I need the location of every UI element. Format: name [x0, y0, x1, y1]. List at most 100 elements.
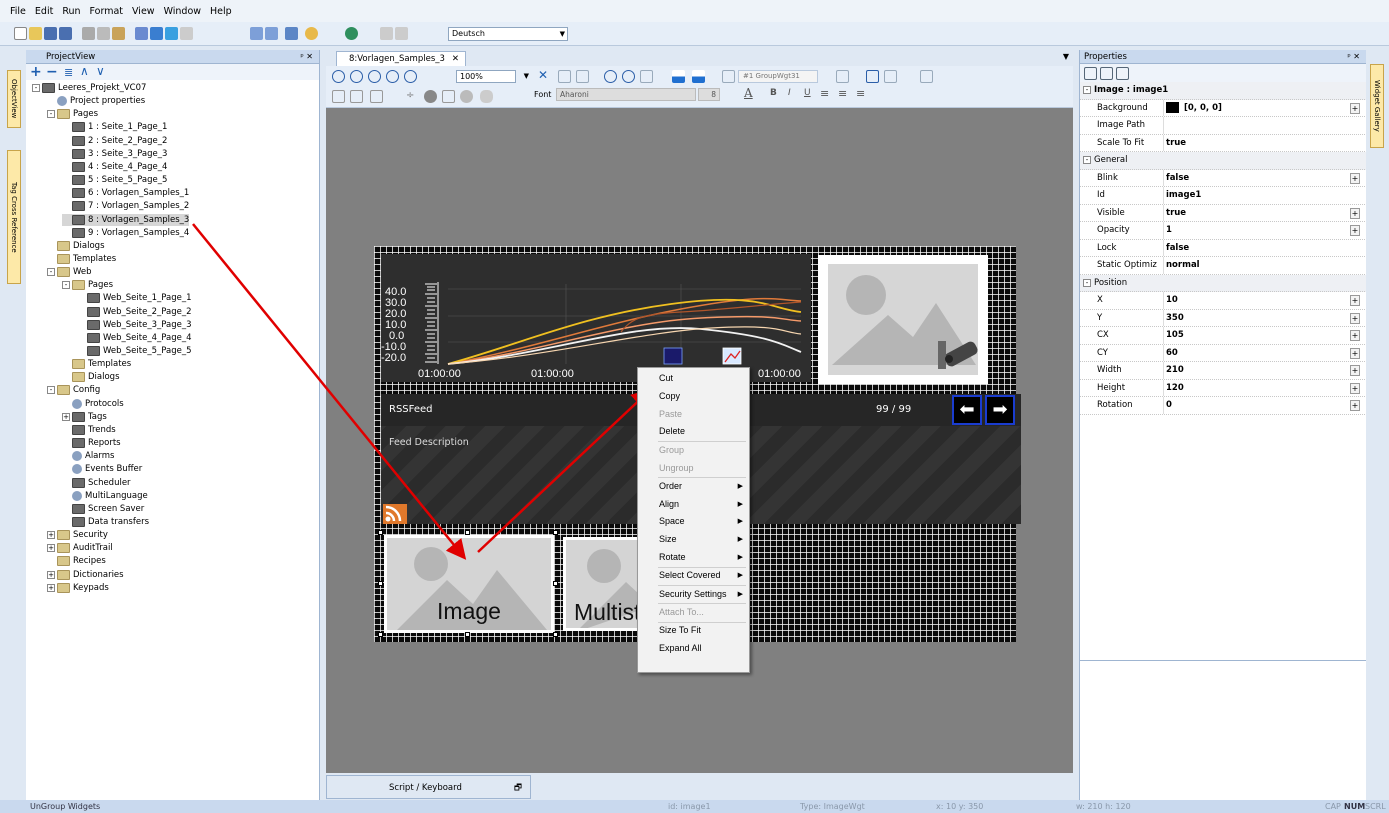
- property-row[interactable]: Background [0, 0, 0] +: [1080, 99, 1367, 117]
- property-category[interactable]: - General: [1080, 152, 1367, 170]
- property-value-text: 210: [1166, 365, 1184, 375]
- property-row[interactable]: CY 60 +: [1080, 344, 1367, 362]
- menu-item-security-settings[interactable]: Security Settings ▶: [638, 586, 749, 603]
- menu-item-copy[interactable]: Copy: [638, 388, 749, 405]
- menu-item-align[interactable]: Align ▶: [638, 496, 749, 513]
- menu-item-label: Order: [659, 480, 683, 491]
- property-row[interactable]: Id image1: [1080, 187, 1367, 205]
- menu-item-label: Attach To...: [659, 606, 704, 617]
- property-value[interactable]: image1: [1166, 187, 1201, 204]
- property-value[interactable]: 120: [1166, 380, 1184, 397]
- property-name: Id: [1097, 190, 1105, 200]
- menu-item-select-covered[interactable]: Select Covered ▶: [638, 567, 749, 584]
- property-value-text: 105: [1166, 330, 1184, 340]
- expand-property-button[interactable]: +: [1350, 365, 1360, 376]
- properties-toolbar: [1080, 64, 1366, 82]
- property-pages-icon[interactable]: [1116, 67, 1129, 80]
- menu-item-size-to-fit[interactable]: Size To Fit: [638, 622, 749, 639]
- collapse-icon[interactable]: -: [1083, 278, 1091, 287]
- property-category[interactable]: - Image : image1: [1080, 82, 1367, 100]
- red-arrow-image-to-copy: [477, 388, 652, 553]
- property-value[interactable]: normal: [1166, 257, 1200, 274]
- expand-property-button[interactable]: +: [1350, 295, 1360, 306]
- property-value-text: 350: [1166, 312, 1184, 323]
- property-value[interactable]: false: [1166, 240, 1189, 257]
- property-name: Height: [1097, 382, 1126, 393]
- property-column-separator: [1163, 327, 1164, 344]
- status-position: x: 10 y: 350: [936, 802, 984, 811]
- menu-item-paste: Paste: [638, 406, 749, 423]
- property-value-text: false: [1166, 172, 1190, 183]
- property-value[interactable]: true: [1166, 205, 1186, 222]
- properties-title: Properties: [1084, 52, 1127, 62]
- expand-property-button[interactable]: +: [1350, 172, 1360, 184]
- property-row[interactable]: Opacity 1 +: [1080, 222, 1367, 240]
- property-value[interactable]: 210: [1166, 362, 1184, 379]
- property-column-separator: [1163, 362, 1164, 379]
- property-value-text: 0: [1166, 400, 1172, 410]
- property-column-separator: [1163, 344, 1164, 361]
- property-value[interactable]: 350: [1166, 310, 1184, 327]
- property-row[interactable]: Scale To Fit true: [1080, 134, 1367, 152]
- expand-property-button[interactable]: +: [1350, 347, 1360, 359]
- property-value[interactable]: 0: [1166, 397, 1172, 414]
- status-id: id: image1: [668, 802, 711, 811]
- collapse-icon[interactable]: -: [1083, 86, 1091, 94]
- property-category[interactable]: - Position: [1080, 274, 1367, 292]
- expand-property-button[interactable]: +: [1350, 382, 1360, 394]
- expand-property-button[interactable]: +: [1350, 330, 1360, 341]
- property-name: Lock: [1097, 242, 1117, 253]
- property-value-text: 1: [1166, 225, 1172, 235]
- property-name: CY: [1097, 347, 1108, 358]
- property-row[interactable]: Width 210 +: [1080, 362, 1367, 380]
- property-value[interactable]: [0, 0, 0]: [1166, 100, 1222, 117]
- property-value[interactable]: 1: [1166, 222, 1172, 239]
- menu-item-size[interactable]: Size ▶: [638, 531, 749, 548]
- property-name: Blink: [1097, 172, 1118, 183]
- expand-property-button[interactable]: +: [1350, 102, 1360, 114]
- property-row[interactable]: Height 120 +: [1080, 379, 1367, 397]
- menu-item-cut[interactable]: Cut: [638, 370, 749, 387]
- property-value[interactable]: 10: [1166, 292, 1178, 309]
- property-value[interactable]: 60: [1166, 345, 1178, 362]
- property-row[interactable]: Rotation 0 +: [1080, 397, 1367, 415]
- property-row[interactable]: X 10 +: [1080, 292, 1367, 310]
- property-value[interactable]: true: [1166, 135, 1186, 152]
- categorized-icon[interactable]: [1084, 67, 1097, 80]
- property-row[interactable]: CX 105 +: [1080, 327, 1367, 345]
- property-value[interactable]: false: [1166, 170, 1189, 187]
- menu-item-space[interactable]: Space ▶: [638, 513, 749, 530]
- property-row[interactable]: Visible true +: [1080, 204, 1367, 222]
- script-keyboard-tab[interactable]: Script / Keyboard 🗗: [326, 775, 531, 799]
- collapse-icon[interactable]: -: [1083, 156, 1091, 164]
- widget-gallery-side-tab[interactable]: Widget Gallery: [1370, 64, 1384, 148]
- property-value-text: false: [1166, 242, 1190, 253]
- property-value-text: true: [1166, 207, 1187, 218]
- property-row[interactable]: Blink false +: [1080, 169, 1367, 187]
- menu-item-rotate[interactable]: Rotate ▶: [638, 549, 749, 566]
- submenu-arrow-icon: ▶: [737, 554, 743, 561]
- property-row[interactable]: Lock false: [1080, 239, 1367, 257]
- property-column-separator: [1163, 292, 1164, 309]
- property-row[interactable]: Y 350 +: [1080, 309, 1367, 327]
- menu-item-label: Expand All: [659, 643, 702, 653]
- status-type: Type: ImageWgt: [800, 802, 865, 811]
- property-category-label: Image : image1: [1094, 85, 1169, 95]
- menu-item-delete[interactable]: Delete: [638, 423, 749, 440]
- menu-item-expand-all[interactable]: Expand All: [638, 640, 749, 657]
- alphabetical-icon[interactable]: [1100, 67, 1113, 80]
- property-column-separator: [1163, 239, 1164, 256]
- pin-close-icon[interactable]: ᵖ ✕: [1347, 50, 1360, 64]
- expand-property-button[interactable]: +: [1350, 312, 1360, 324]
- property-row[interactable]: Image Path: [1080, 117, 1367, 135]
- expand-property-button[interactable]: +: [1350, 225, 1360, 236]
- property-row[interactable]: Static Optimiz normal: [1080, 257, 1367, 275]
- menu-item-label: Select Covered: [659, 570, 721, 581]
- property-name: Y: [1097, 312, 1103, 323]
- menu-item-order[interactable]: Order ▶: [638, 478, 749, 495]
- expand-property-button[interactable]: +: [1350, 207, 1360, 219]
- properties-header: Properties ᵖ ✕: [1080, 50, 1366, 64]
- property-value[interactable]: 105: [1166, 327, 1184, 344]
- pin-icon[interactable]: 🗗: [514, 776, 522, 800]
- expand-property-button[interactable]: +: [1350, 400, 1360, 411]
